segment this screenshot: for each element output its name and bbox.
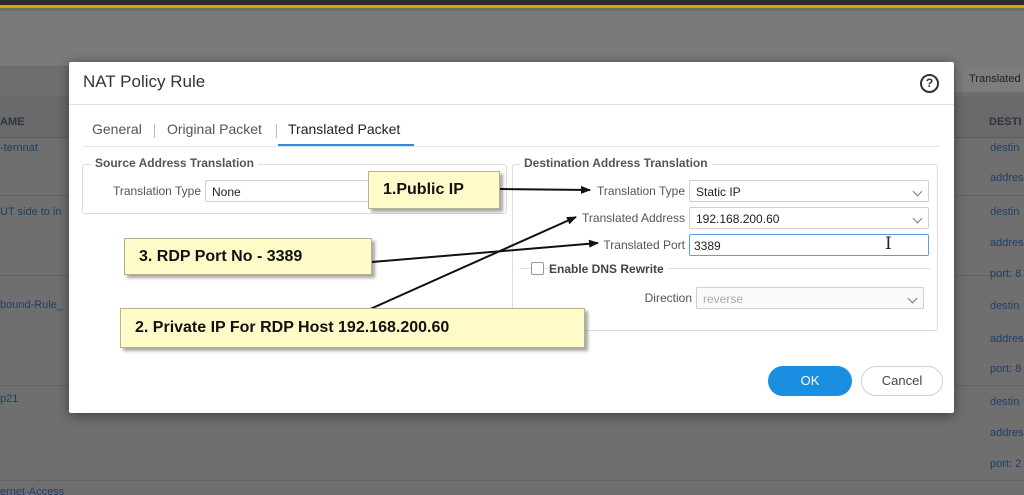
table-row (0, 480, 1024, 481)
text-cursor-icon: I (885, 234, 892, 254)
destination-cell: destin (990, 206, 1020, 218)
rule-name-cell[interactable]: p21 (0, 393, 18, 405)
chevron-down-icon (907, 293, 918, 304)
destination-cell: addres (990, 427, 1024, 439)
translated-port-value: 3389 (694, 239, 721, 253)
tab-translated-packet[interactable]: Translated Packet (278, 116, 414, 146)
destination-cell: addres (990, 237, 1024, 249)
enable-dns-rewrite-checkbox[interactable] (531, 262, 544, 275)
translated-address-value: 192.168.200.60 (696, 212, 780, 226)
destination-cell: addres (990, 333, 1024, 345)
source-group-title: Source Address Translation (91, 156, 258, 170)
translated-port-input[interactable]: 3389 (689, 234, 929, 256)
destination-group-title: Destination Address Translation (520, 156, 712, 170)
help-icon[interactable]: ? (920, 74, 939, 93)
source-translation-type-label: Translation Type (112, 184, 201, 198)
destination-translation-type-select[interactable]: Static IP (689, 180, 929, 202)
column-header-name[interactable]: AME (0, 116, 24, 128)
destination-translation-type-label: Translation Type (596, 184, 685, 198)
enable-dns-rewrite-label: Enable DNS Rewrite (549, 262, 668, 276)
ok-button[interactable]: OK (768, 366, 852, 396)
column-header-destination[interactable]: DESTI (989, 116, 1021, 128)
destination-cell: port: 8 (990, 363, 1022, 375)
source-translation-type-select[interactable]: None (205, 180, 375, 202)
destination-cell: destin (990, 300, 1020, 312)
translated-address-label: Translated Address (582, 211, 685, 225)
app-top-bar (0, 0, 1024, 8)
background-tab-translated[interactable]: Translated (955, 66, 1024, 92)
destination-cell: port: 2 (990, 458, 1022, 470)
cancel-button[interactable]: Cancel (861, 366, 943, 396)
tab-divider (276, 124, 277, 138)
direction-select[interactable]: reverse (696, 287, 924, 309)
title-divider (69, 104, 954, 105)
destination-cell: destin (990, 142, 1020, 154)
tab-general[interactable]: General (92, 116, 142, 146)
destination-translation-type-value: Static IP (696, 185, 741, 199)
callout-rdp-port: 3. RDP Port No - 3389 (124, 238, 372, 275)
translated-address-select[interactable]: 192.168.200.60 (689, 207, 929, 229)
rule-name-cell[interactable]: bound-Rule_ (0, 299, 63, 311)
rule-name-cell[interactable]: UT side to in (0, 206, 62, 218)
chevron-down-icon (912, 186, 923, 197)
callout-private-ip: 2. Private IP For RDP Host 192.168.200.6… (120, 308, 585, 348)
dialog-title: NAT Policy Rule (83, 72, 206, 91)
destination-cell: addres (990, 172, 1024, 184)
rule-name-cell[interactable]: -ternnat (0, 142, 38, 154)
app-toolbar (0, 11, 1024, 67)
translated-port-label: Translated Port (603, 238, 685, 252)
source-translation-type-value: None (212, 185, 241, 199)
tab-original-packet[interactable]: Original Packet (167, 116, 262, 146)
destination-cell: destin (990, 396, 1020, 408)
destination-cell: port: 8 (990, 268, 1022, 280)
callout-public-ip: 1.Public IP (368, 171, 500, 209)
direction-label: Direction (644, 291, 692, 305)
chevron-down-icon (912, 213, 923, 224)
tabs-underline (83, 146, 939, 147)
rule-name-cell[interactable]: ernet-Access (0, 486, 64, 495)
direction-value: reverse (703, 292, 744, 306)
tab-divider (154, 124, 155, 138)
